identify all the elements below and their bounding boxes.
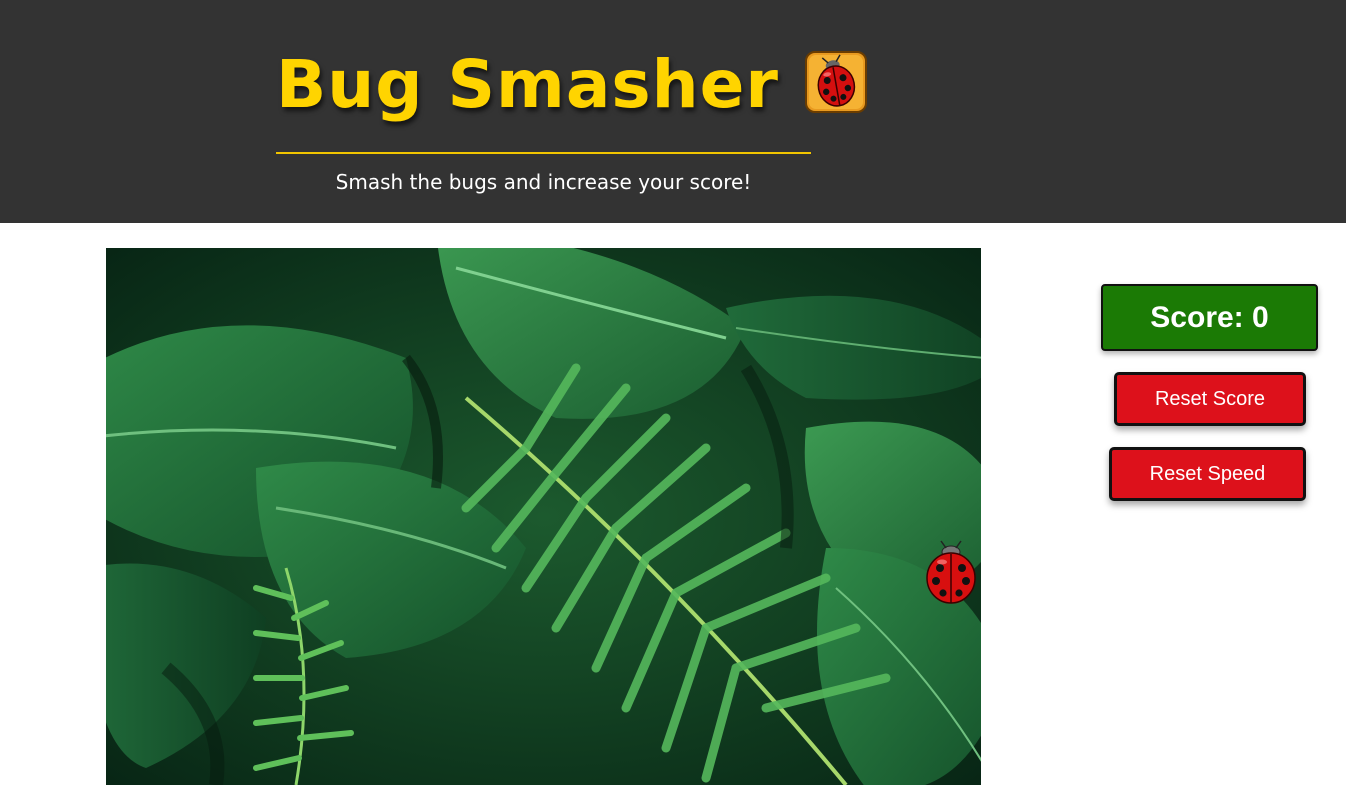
game-area[interactable]: [106, 248, 981, 785]
page-title: Bug Smasher: [276, 46, 779, 123]
title-divider: [276, 152, 811, 154]
reset-speed-button[interactable]: Reset Speed: [1109, 447, 1306, 501]
title-row: Bug Smasher: [276, 40, 867, 130]
reset-score-button[interactable]: Reset Score: [1114, 372, 1306, 426]
page-header: Bug Smasher Smash the bugs and increase …: [0, 0, 1346, 223]
ladybug-target[interactable]: [923, 540, 979, 606]
ladybug-icon: [804, 51, 867, 113]
tropical-leaves-background: [106, 248, 981, 785]
score-display: Score: 0: [1101, 284, 1318, 351]
page-subtitle: Smash the bugs and increase your score!: [335, 170, 752, 194]
